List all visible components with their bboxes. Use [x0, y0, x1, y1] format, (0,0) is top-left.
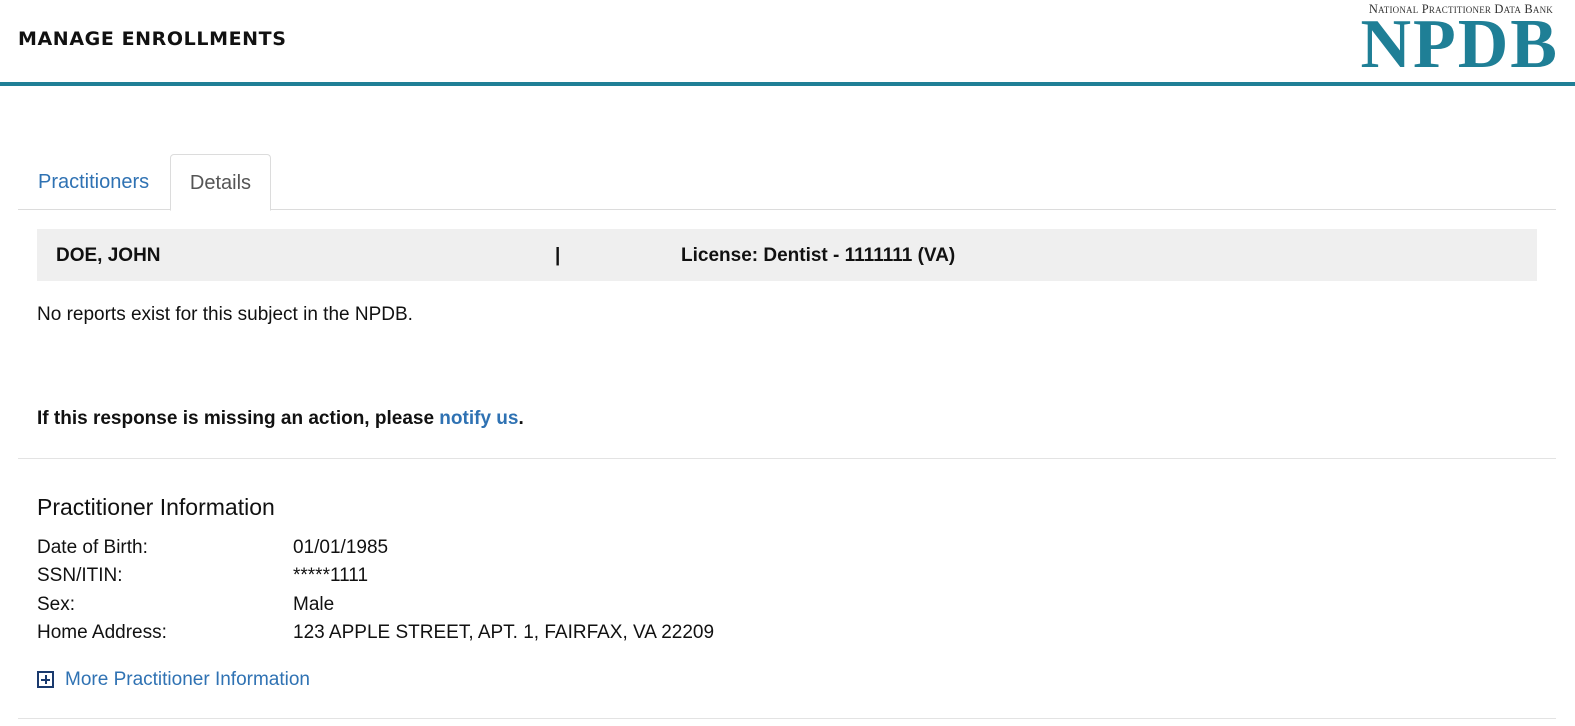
subject-license: License: Dentist - 1111111 (VA) [681, 245, 956, 266]
plus-box-icon[interactable] [37, 671, 54, 688]
info-row-ssn: SSN/ITIN: *****1111 [37, 565, 937, 591]
info-label: SSN/ITIN: [37, 565, 123, 586]
missing-action-suffix: . [518, 408, 524, 429]
subject-header-bar: DOE, JOHN | License: Dentist - 1111111 (… [37, 229, 1537, 281]
info-row-sex: Sex: Male [37, 594, 937, 620]
page-title: MANAGE ENROLLMENTS [18, 28, 287, 50]
info-value: *****1111 [293, 565, 369, 586]
practitioner-info-title: Practitioner Information [37, 494, 275, 520]
info-label: Sex: [37, 594, 76, 615]
subject-name: DOE, JOHN [56, 245, 161, 266]
more-practitioner-info-label[interactable]: More Practitioner Information [65, 669, 310, 691]
npdb-logo: National Practitioner Data Bank NPDB [1329, 2, 1559, 80]
subject-separator: | [555, 245, 561, 266]
missing-action-message: If this response is missing an action, p… [37, 408, 524, 430]
section-divider [18, 718, 1556, 719]
section-divider [18, 458, 1556, 459]
info-value: Male [293, 594, 335, 615]
info-value: 01/01/1985 [293, 537, 389, 558]
logo-wordmark: NPDB [1360, 6, 1559, 83]
tab-details[interactable]: Details [170, 154, 271, 211]
info-label: Home Address: [37, 622, 167, 643]
notify-us-link[interactable]: notify us [439, 408, 518, 429]
tab-bar: Practitioners Details [18, 154, 1556, 211]
missing-action-prefix: If this response is missing an action, p… [37, 408, 440, 429]
no-reports-message: No reports exist for this subject in the… [37, 304, 413, 325]
page-header: MANAGE ENROLLMENTS National Practitioner… [0, 0, 1575, 86]
info-row-dob: Date of Birth: 01/01/1985 [37, 537, 937, 563]
info-value: 123 APPLE STREET, APT. 1, FAIRFAX, VA 22… [293, 622, 715, 643]
tab-practitioners[interactable]: Practitioners [18, 154, 168, 210]
info-label: Date of Birth: [37, 537, 148, 558]
info-row-address: Home Address: 123 APPLE STREET, APT. 1, … [37, 622, 937, 648]
